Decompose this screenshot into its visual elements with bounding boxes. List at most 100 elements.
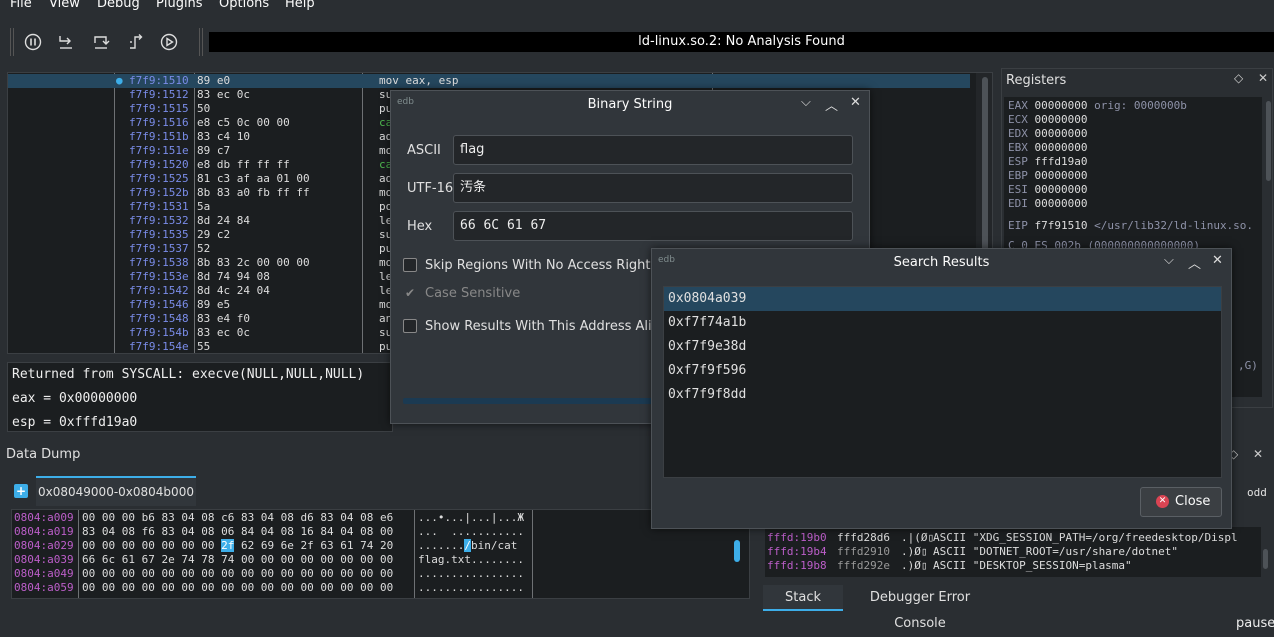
register-row-partial: ,G) bbox=[1238, 359, 1258, 372]
dump-hex-part: 00 00 00 00 00 00 00 bbox=[82, 539, 222, 552]
stack-row[interactable]: fffd:19b8 fffd292e .)Ø▯ ASCII "DESKTOP_SESS… bbox=[767, 559, 1132, 573]
dump-hex[interactable]: 00 00 00 00 00 00 00 00 00 00 00 00 00 0… bbox=[82, 567, 393, 581]
close-button[interactable]: ✕ Close bbox=[1140, 487, 1222, 517]
register-value[interactable]: fffd19a0 bbox=[1035, 155, 1088, 168]
register-row[interactable]: EAX 00000000 orig: 0000000b bbox=[1008, 99, 1187, 113]
register-value[interactable]: f7f91510 bbox=[1035, 219, 1088, 232]
tab-debugger-error-console[interactable]: Debugger Error Console bbox=[847, 585, 993, 631]
code-address: f7f9:151e bbox=[129, 144, 189, 157]
utf16-input[interactable]: 汚条 bbox=[453, 173, 853, 203]
pause-icon[interactable] bbox=[23, 32, 43, 52]
search-results-list[interactable]: 0x0804a039 0xf7f74a1b 0xf7f9e38d 0xf7f9f596… bbox=[663, 286, 1222, 478]
stack-scrollbar[interactable] bbox=[1263, 549, 1268, 569]
search-result-item[interactable]: 0xf7f9f8dd bbox=[664, 383, 1221, 407]
close-icon[interactable]: ✕ bbox=[1253, 447, 1263, 461]
code-address: f7f9:154b bbox=[129, 326, 189, 339]
register-value[interactable]: 00000000 bbox=[1035, 197, 1088, 210]
step-out-icon[interactable] bbox=[126, 32, 146, 52]
dump-row[interactable]: 0804:a039 66 6c 61 67 2e 74 78 74 00 00 0… bbox=[14, 553, 524, 567]
maximize-icon[interactable]: ︿ bbox=[1188, 253, 1201, 272]
stack-partial-text: odd bbox=[1247, 486, 1267, 499]
code-bytes: 5a bbox=[197, 200, 211, 213]
alignment-checkbox[interactable] bbox=[403, 319, 417, 333]
register-row[interactable]: ESI 00000000 bbox=[1008, 183, 1087, 197]
dump-ascii-selected[interactable]: / bbox=[464, 539, 471, 552]
dump-ascii[interactable]: ................ bbox=[418, 567, 524, 581]
register-row[interactable]: EBP 00000000 bbox=[1008, 169, 1087, 183]
search-result-item[interactable]: 0xf7f9e38d bbox=[664, 335, 1221, 359]
dump-hex[interactable]: 00 00 00 00 00 00 00 00 00 00 00 00 00 0… bbox=[82, 581, 393, 595]
stack-tab-bar: Stack Debugger Error Console bbox=[763, 585, 1274, 631]
dump-ascii[interactable]: ...•...|...|...Ж bbox=[418, 511, 524, 525]
dump-ascii[interactable]: flag.txt........ bbox=[418, 553, 524, 567]
dump-ascii[interactable]: ... ........... bbox=[418, 525, 524, 539]
hex-input[interactable]: 66 6C 61 67 bbox=[453, 211, 853, 241]
register-value[interactable]: 00000000 bbox=[1035, 169, 1088, 182]
dump-row[interactable]: 0804:a059 00 00 00 00 00 00 00 00 00 00 0… bbox=[14, 581, 524, 595]
current-instruction-icon: ● bbox=[116, 74, 123, 87]
minimize-icon[interactable]: ⌵ bbox=[801, 95, 811, 110]
hex-dump-scrollbar[interactable] bbox=[734, 540, 740, 562]
step-over-icon[interactable] bbox=[91, 32, 111, 52]
menu-file[interactable]: File bbox=[10, 0, 32, 11]
register-value[interactable]: 00000000 bbox=[1035, 183, 1088, 196]
register-row[interactable]: EBX 00000000 bbox=[1008, 141, 1087, 155]
dump-hex[interactable]: 83 04 08 f6 83 04 08 06 84 04 08 16 84 0… bbox=[82, 525, 393, 539]
step-into-icon[interactable] bbox=[56, 32, 76, 52]
add-tab-icon[interactable]: + bbox=[14, 484, 28, 498]
search-result-item[interactable]: 0xf7f74a1b bbox=[664, 311, 1221, 335]
code-address: f7f9:1538 bbox=[129, 256, 189, 269]
dump-row[interactable]: 0804:a009 00 00 00 b6 83 04 08 c6 83 04 0… bbox=[14, 511, 524, 525]
ascii-label: ASCII bbox=[407, 143, 441, 158]
float-icon[interactable]: ◇ bbox=[1234, 71, 1243, 85]
dump-hex[interactable]: 00 00 00 00 00 00 00 2f 62 69 6e 2f 63 6… bbox=[82, 539, 393, 553]
register-value[interactable]: 00000000 bbox=[1035, 99, 1088, 112]
dump-hex[interactable]: 66 6c 61 67 2e 74 78 74 00 00 00 00 00 0… bbox=[82, 553, 393, 567]
register-row[interactable]: EDI 00000000 bbox=[1008, 197, 1087, 211]
toolbar-handle[interactable] bbox=[10, 28, 14, 56]
close-icon[interactable]: ✕ bbox=[1212, 253, 1223, 268]
code-bytes: 8d 74 94 08 bbox=[197, 270, 270, 283]
register-row[interactable]: ESP fffd19a0 bbox=[1008, 155, 1087, 169]
stack-value: fffd28d6 bbox=[837, 531, 890, 544]
run-icon[interactable] bbox=[159, 32, 179, 52]
menu-plugins[interactable]: Plugins bbox=[156, 0, 203, 11]
register-name: ECX bbox=[1008, 113, 1028, 126]
dump-hex-selected[interactable]: 2f bbox=[221, 539, 235, 552]
search-result-item[interactable]: 0xf7f9f596 bbox=[664, 359, 1221, 383]
close-button-label: Close bbox=[1175, 494, 1211, 509]
menu-debug[interactable]: Debug bbox=[97, 0, 140, 11]
menu-view[interactable]: View bbox=[49, 0, 80, 11]
menu-options[interactable]: Options bbox=[219, 0, 269, 11]
ascii-input[interactable]: flag bbox=[453, 135, 853, 165]
stack-row[interactable]: fffd:19b4 fffd2910 .)Ø▯ ASCII "DOTNET_ROOT=… bbox=[767, 545, 1178, 559]
register-row[interactable]: EDX 00000000 bbox=[1008, 127, 1087, 141]
close-icon[interactable]: ✕ bbox=[850, 95, 861, 110]
dump-row[interactable]: 0804:a019 83 04 08 f6 83 04 08 06 84 04 0… bbox=[14, 525, 524, 539]
dump-ascii[interactable]: ......./bin/cat bbox=[418, 539, 524, 553]
stack-view[interactable]: fffd:19b0 fffd28d6 .|(Ø▯ ASCII "XDG_SESSION… bbox=[765, 527, 1261, 577]
tab-memory-region[interactable]: 0x08049000-0x0804b000 bbox=[36, 476, 196, 506]
code-address: f7f9:153e bbox=[129, 270, 189, 283]
register-value[interactable]: 00000000 bbox=[1035, 127, 1088, 140]
close-icon[interactable]: ✕ bbox=[1258, 71, 1268, 85]
minimize-icon[interactable]: ⌵ bbox=[1164, 253, 1174, 268]
dump-hex[interactable]: 00 00 00 b6 83 04 08 c6 83 04 08 d6 83 0… bbox=[82, 511, 393, 525]
maximize-icon[interactable]: ︿ bbox=[825, 95, 838, 114]
dump-ascii[interactable]: ................ bbox=[418, 581, 524, 595]
register-row[interactable]: ECX 00000000 bbox=[1008, 113, 1087, 127]
search-result-item[interactable]: 0x0804a039 bbox=[664, 287, 1221, 311]
register-value[interactable]: 00000000 bbox=[1035, 113, 1088, 126]
menu-help[interactable]: Help bbox=[285, 0, 315, 11]
dump-row[interactable]: 0804:a029 00 00 00 00 00 00 00 2f 62 69 6… bbox=[14, 539, 517, 553]
register-value[interactable]: 00000000 bbox=[1035, 141, 1088, 154]
code-row[interactable]: ● f7f9:1510 89 e0 mov eax, esp bbox=[8, 74, 970, 88]
skip-regions-checkbox[interactable] bbox=[403, 258, 417, 272]
hex-dump-view[interactable]: 0804:a009 00 00 00 b6 83 04 08 c6 83 04 0… bbox=[11, 509, 750, 599]
register-row-eip[interactable]: EIP f7f91510 </usr/lib32/ld-linux.so. bbox=[1008, 219, 1253, 233]
tab-stack[interactable]: Stack bbox=[763, 585, 843, 611]
registers-scrollbar[interactable] bbox=[1264, 97, 1272, 397]
dump-row[interactable]: 0804:a049 00 00 00 00 00 00 00 00 00 00 0… bbox=[14, 567, 524, 581]
stack-row[interactable]: fffd:19b0 fffd28d6 .|(Ø▯ ASCII "XDG_SESSION… bbox=[767, 531, 1238, 545]
code-bytes: 55 bbox=[197, 340, 211, 353]
